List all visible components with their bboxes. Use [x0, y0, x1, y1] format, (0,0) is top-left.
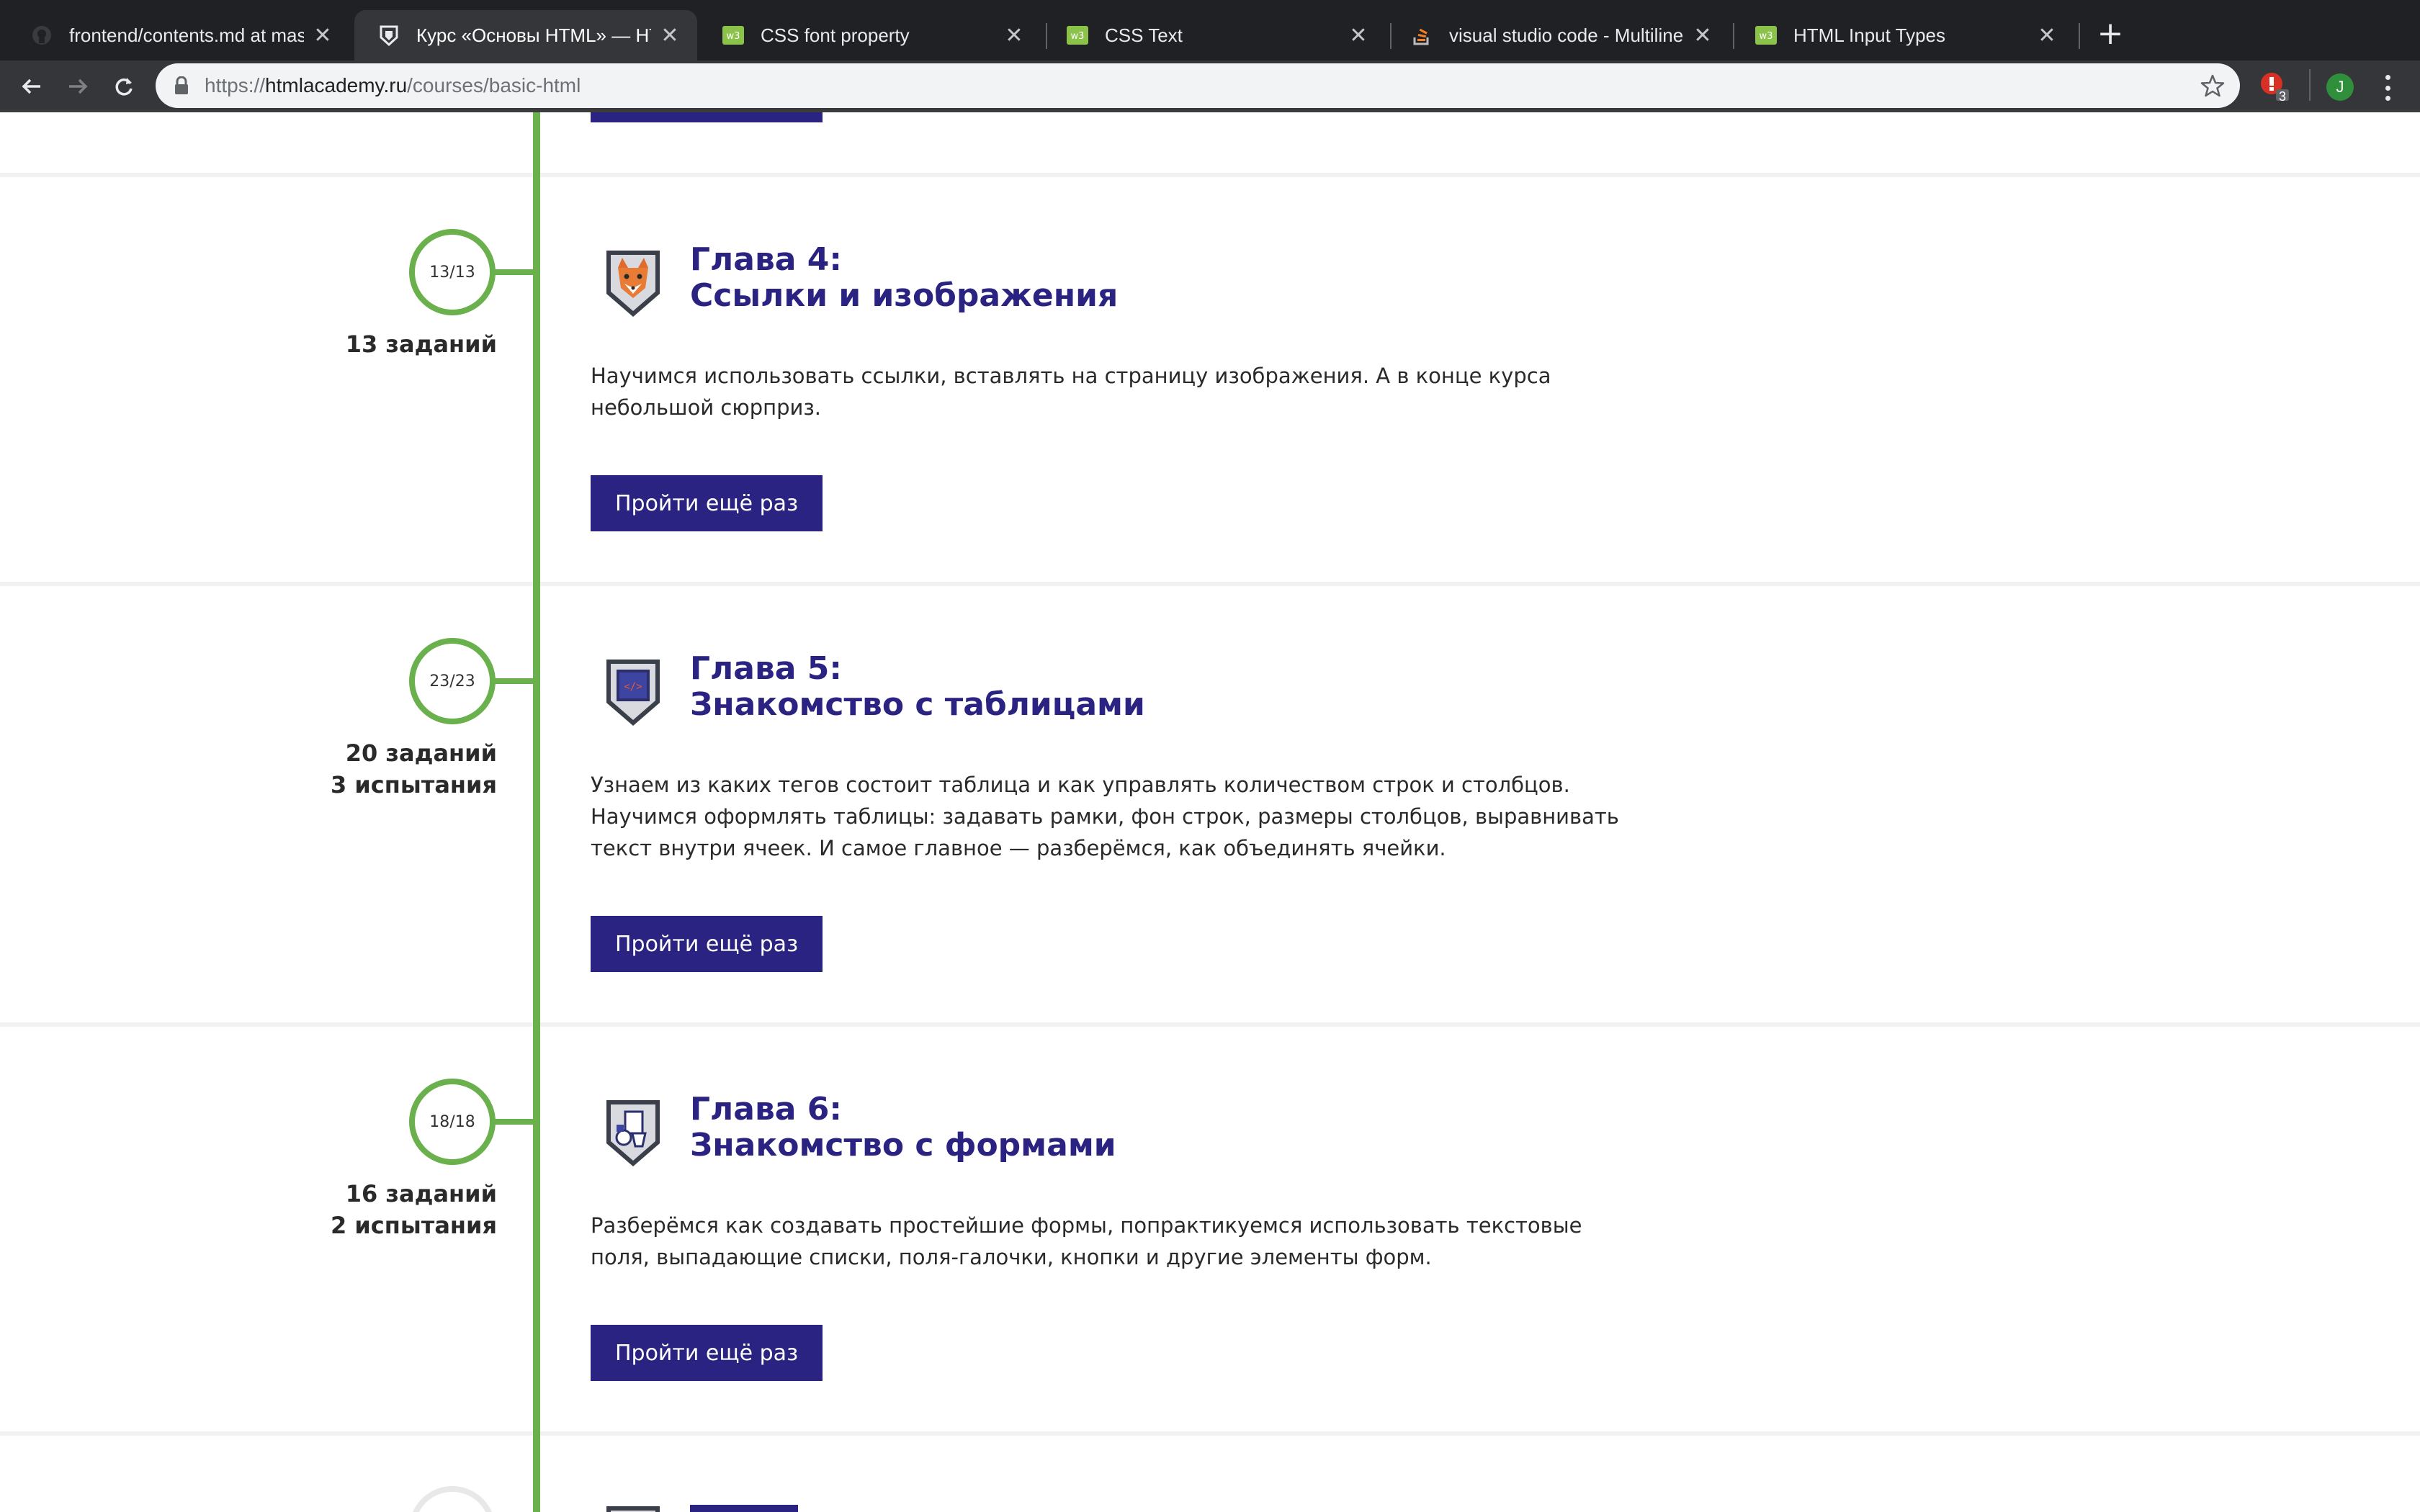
description-line: текст внутри ячеек. И самое главное — ра… — [591, 836, 1446, 860]
htmlacademy-shield-icon — [377, 24, 400, 47]
code-table-shield-icon: </> — [601, 655, 666, 730]
browser-tab-stackoverflow[interactable]: visual studio code - Multiline e ✕ — [1387, 10, 1730, 60]
chapter-name: Ссылки и изображения — [690, 277, 1119, 314]
back-icon[interactable] — [14, 69, 49, 104]
retake-chapter-button[interactable]: Пройти ещё раз — [591, 916, 823, 972]
url-scheme: https:// — [205, 74, 266, 96]
tasks-count: 20 заданий — [345, 739, 497, 767]
description-line: Научимся оформлять таблицы: задавать рам… — [591, 804, 1619, 829]
previous-chapter-button[interactable] — [591, 112, 823, 122]
chapter-title: Глава 4: Ссылки и изображения — [690, 242, 1118, 314]
course-page: 13/13 13 заданий Глава 4: Ссылки и изобр… — [0, 112, 2420, 1512]
chapter-stats: 20 заданий 3 испытания — [216, 737, 497, 801]
timeline-connector — [494, 678, 534, 684]
chapter-number: Глава 5: — [690, 650, 843, 687]
chapter-title — [690, 1505, 798, 1512]
close-icon[interactable]: ✕ — [1003, 24, 1026, 48]
chapter-name: Знакомство с таблицами — [690, 686, 1145, 723]
stackoverflow-icon — [1410, 24, 1433, 47]
svg-text:w3: w3 — [1760, 31, 1773, 42]
w3schools-icon: w3 — [722, 24, 745, 47]
chapter-divider — [0, 173, 2420, 177]
chapter-divider — [0, 1022, 2420, 1027]
url-path: /courses/basic-html — [407, 74, 581, 96]
close-icon[interactable]: ✕ — [311, 24, 334, 48]
retake-chapter-button[interactable]: Пройти ещё раз — [591, 475, 823, 531]
chapter-title: Глава 6: Знакомство с формами — [690, 1092, 1116, 1164]
progress-ring: 13/13 — [409, 229, 496, 315]
chapter-description: Узнаем из каких тегов состоит таблица и … — [591, 769, 1619, 864]
tab-separator — [2079, 23, 2080, 49]
course-timeline — [533, 112, 540, 1512]
timeline-connector — [494, 269, 534, 275]
svg-text:w3: w3 — [727, 31, 740, 42]
browser-tab-html-input-types[interactable]: w3 HTML Input Types ✕ — [1731, 10, 2074, 60]
timeline-connector — [494, 1119, 534, 1125]
browser-menu-icon[interactable] — [2377, 72, 2398, 104]
chapter-badge-icon — [601, 1503, 666, 1512]
lock-icon[interactable] — [171, 76, 192, 96]
close-icon[interactable]: ✕ — [1691, 24, 1714, 48]
extension-badge-count: 3 — [2279, 89, 2287, 104]
close-icon[interactable]: ✕ — [658, 24, 681, 48]
browser-tab-css-text[interactable]: w3 CSS Text ✕ — [1043, 10, 1386, 60]
description-line: Научимся использовать ссылки, вставлять … — [591, 364, 1551, 388]
chapter-title: Глава 5: Знакомство с таблицами — [690, 651, 1145, 723]
chapter-name: Знакомство с формами — [690, 1127, 1116, 1164]
trials-count: 3 испытания — [330, 771, 497, 798]
chapter-description: Разберёмся как создавать простейшие форм… — [591, 1210, 1613, 1273]
svg-text:w3: w3 — [1071, 31, 1085, 42]
fox-shield-icon — [601, 246, 666, 321]
progress-ring: 18/18 — [409, 1079, 496, 1165]
close-icon[interactable]: ✕ — [2035, 24, 2058, 48]
url-host: htmlacademy.ru — [265, 74, 408, 96]
svg-text:</>: </> — [624, 681, 642, 693]
close-icon[interactable]: ✕ — [1347, 24, 1370, 48]
tasks-count: 16 заданий — [345, 1180, 497, 1207]
tab-title: Курс «Основы HTML» — HTM — [416, 24, 651, 46]
profile-avatar[interactable]: J — [2326, 73, 2354, 101]
progress-ring: 23/23 — [409, 638, 496, 724]
tab-title: visual studio code - Multiline e — [1449, 24, 1684, 46]
description-line: небольшой сюрприз. — [591, 395, 822, 420]
browser-tab-github[interactable]: frontend/contents.md at maste ✕ — [7, 10, 350, 60]
forward-icon[interactable] — [60, 69, 95, 104]
retake-chapter-button[interactable]: Пройти ещё раз — [591, 1325, 823, 1381]
bookmark-star-icon[interactable] — [2200, 73, 2226, 99]
github-icon — [30, 24, 53, 47]
w3schools-icon: w3 — [1754, 24, 1778, 47]
w3schools-icon: w3 — [1066, 24, 1089, 47]
chapter-divider — [0, 582, 2420, 586]
reload-icon[interactable] — [107, 69, 141, 104]
browser-tab-strip: frontend/contents.md at maste ✕ Курс «Ос… — [0, 0, 2420, 60]
toolbar-separator — [2309, 69, 2311, 101]
chapter-stats: 13 заданий — [216, 328, 497, 360]
forms-shield-icon — [601, 1096, 666, 1171]
description-line: Разберёмся как создавать простейшие форм… — [591, 1213, 1582, 1238]
tab-title: CSS font property — [761, 24, 910, 46]
description-line: Узнаем из каких тегов состоит таблица и … — [591, 773, 1570, 797]
progress-ring — [409, 1486, 496, 1512]
tab-title: CSS Text — [1105, 24, 1183, 46]
browser-tab-css-font[interactable]: w3 CSS font property ✕ — [699, 10, 1041, 60]
tab-title: frontend/contents.md at maste — [69, 24, 304, 46]
chapter-stats: 16 заданий 2 испытания — [216, 1178, 497, 1241]
browser-tab-htmlacademy[interactable]: Курс «Основы HTML» — HTM ✕ — [354, 10, 697, 60]
tab-title: HTML Input Types — [1793, 24, 1945, 46]
new-tab-button[interactable]: + — [2093, 15, 2128, 52]
trials-count: 2 испытания — [330, 1212, 497, 1239]
chapter-number: Глава 6: — [690, 1091, 843, 1128]
chapter-description: Научимся использовать ссылки, вставлять … — [591, 360, 1613, 423]
chapter-divider — [0, 1431, 2420, 1436]
tasks-count: 13 заданий — [345, 330, 497, 358]
description-line: поля, выпадающие списки, поля-галочки, к… — [591, 1245, 1432, 1269]
address-bar[interactable]: https://htmlacademy.ru/courses/basic-htm… — [156, 63, 2240, 108]
chapter-number: Глава 4: — [690, 241, 843, 278]
